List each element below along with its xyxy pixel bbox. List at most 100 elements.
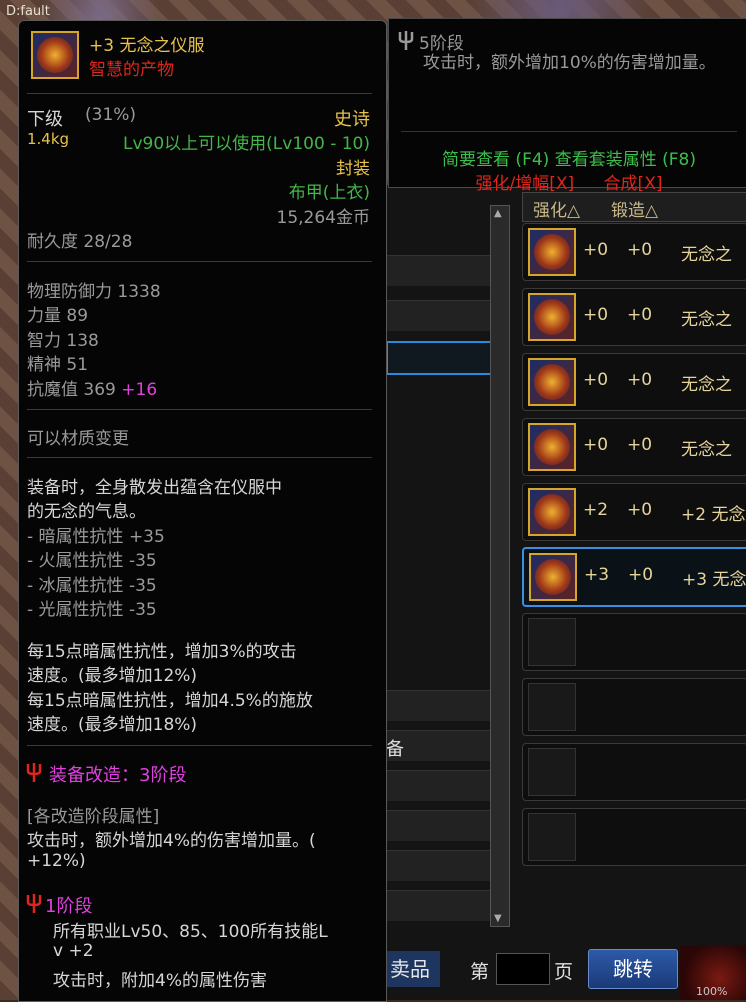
- item-subtitle: 智慧的产物: [89, 60, 174, 80]
- list-header: 强化△ 锻造△: [522, 192, 746, 222]
- item-slot-icon: [528, 293, 576, 341]
- item-row[interactable]: +0 +0 无念之: [522, 418, 746, 476]
- set-attributes-link[interactable]: 查看套装属性 (F8): [555, 150, 696, 170]
- item-slot-icon: [528, 228, 576, 276]
- row-forge: +0: [627, 435, 653, 455]
- divider: [27, 93, 372, 94]
- equip-desc-line: - 火属性抗性 -35: [27, 551, 157, 571]
- item-name: +3 无念之仪服: [89, 36, 205, 56]
- bonus-desc-line: 速度。(最多增加18%): [27, 715, 198, 735]
- equip-desc-line: - 光属性抗性 -35: [27, 600, 157, 620]
- stat-bonus: +16: [121, 380, 158, 400]
- stage-attr-line: +12%): [27, 851, 86, 871]
- row-name: 无念之: [681, 375, 732, 395]
- item-row[interactable]: +0 +0 无念之: [522, 223, 746, 281]
- sort-forge-header[interactable]: 锻造△: [611, 196, 658, 221]
- stat-line: 力量 89: [27, 306, 89, 326]
- scroll-up-icon[interactable]: ▲: [494, 208, 502, 219]
- item-grade: 下级: [27, 109, 63, 130]
- item-tooltip: +3 无念之仪服 智慧的产物 下级 (31%) 史诗 1.4kg Lv90以上可…: [18, 20, 387, 1002]
- row-name: +2 无念: [681, 505, 746, 525]
- row-enhance: +3: [584, 565, 610, 585]
- row-enhance: +0: [583, 435, 609, 455]
- item-grade-percent: (31%): [85, 105, 137, 125]
- bonus-desc-line: 每15点暗属性抗性，增加3%的攻击: [27, 642, 297, 662]
- row-name: 无念之: [681, 440, 732, 460]
- stat-line: 精神 51: [27, 355, 89, 375]
- empty-slot: [528, 683, 576, 731]
- stage-attr-header: [各改造阶段属性]: [27, 807, 160, 827]
- action-links: 强化/增幅[X] 合成[X]: [389, 169, 746, 194]
- divider: [27, 745, 372, 746]
- window-corner-text: D:fault: [6, 4, 50, 19]
- level-requirement: Lv90以上可以使用(Lv100 - 10): [123, 134, 370, 154]
- row-name: 无念之: [681, 310, 732, 330]
- item-slot-icon: [529, 553, 577, 601]
- hp-gauge: 100%: [680, 945, 746, 1000]
- row-name: 无念之: [681, 245, 732, 265]
- sort-enhance-header[interactable]: 强化△: [533, 196, 580, 221]
- shop-items-tab[interactable]: 卖品: [380, 951, 440, 987]
- list-scrollbar[interactable]: ▲ ▼: [490, 205, 510, 927]
- middle-list-row[interactable]: [386, 255, 490, 286]
- page-number-input[interactable]: [496, 953, 550, 985]
- empty-slot: [528, 748, 576, 796]
- secondary-tooltip: 5阶段 攻击时，额外增加10%的伤害增加量。 简要查看 (F4) 查看套装属性 …: [388, 18, 746, 194]
- row-enhance: +0: [583, 240, 609, 260]
- item-rarity: 史诗: [334, 109, 370, 130]
- equip-desc-line: 的无念的气息。: [27, 502, 146, 522]
- sealed-status: 封装: [336, 159, 370, 179]
- empty-item-row[interactable]: [522, 678, 746, 736]
- middle-list-row[interactable]: 备: [386, 730, 490, 761]
- pagination-bar: 卖品 第 页 跳转 100%: [380, 945, 746, 1000]
- brief-view-link[interactable]: 简要查看 (F4): [442, 150, 549, 170]
- divider: [27, 409, 372, 410]
- middle-list-row[interactable]: [386, 770, 490, 801]
- trident-icon: [398, 31, 414, 50]
- empty-item-row[interactable]: [522, 743, 746, 801]
- middle-list-row[interactable]: [386, 810, 490, 841]
- item-icon: [31, 31, 79, 79]
- durability: 耐久度 28/28: [27, 232, 133, 252]
- middle-list-row[interactable]: [386, 300, 490, 331]
- material-change-text: 可以材质变更: [27, 429, 129, 449]
- enhance-link[interactable]: 强化/增幅[X]: [476, 174, 575, 194]
- item-row-selected[interactable]: +3 +0 +3 无念: [522, 547, 746, 607]
- scroll-down-icon[interactable]: ▼: [494, 913, 502, 924]
- empty-item-row[interactable]: [522, 613, 746, 671]
- row-forge: +0: [627, 370, 653, 390]
- row-enhance: +0: [583, 305, 609, 325]
- page-prefix: 第: [470, 961, 490, 983]
- bonus-desc-line: 速度。(最多增加12%): [27, 666, 198, 686]
- trident-icon: [26, 894, 42, 913]
- equip-desc-line: 装备时，全身散发出蕴含在仪服中: [27, 478, 282, 498]
- empty-item-row[interactable]: [522, 808, 746, 866]
- jump-button[interactable]: 跳转: [588, 949, 678, 989]
- upgrade-title: 装备改造：3阶段: [49, 765, 187, 786]
- item-row[interactable]: +2 +0 +2 无念: [522, 483, 746, 541]
- item-row[interactable]: +0 +0 无念之: [522, 353, 746, 411]
- middle-list-row[interactable]: [386, 890, 490, 921]
- item-type: 布甲(上衣): [288, 183, 370, 203]
- row-forge: +0: [627, 240, 653, 260]
- middle-list-row-selected[interactable]: [386, 341, 494, 375]
- middle-list-row[interactable]: [386, 850, 490, 881]
- divider: [401, 131, 737, 132]
- stat-line: 物理防御力 1338: [27, 282, 161, 302]
- empty-slot: [528, 618, 576, 666]
- gauge-text: 100%: [696, 985, 728, 998]
- stage-attr-line: 攻击时，额外增加4%的伤害增加量。(: [27, 831, 316, 851]
- equip-desc-line: - 暗属性抗性 +35: [27, 527, 165, 547]
- page-suffix: 页: [554, 961, 574, 983]
- craft-link[interactable]: 合成[X]: [604, 174, 663, 194]
- stage1-line: v +2: [53, 941, 94, 961]
- stage1-line: 所有职业Lv50、85、100所有技能L: [53, 922, 328, 942]
- item-slot-icon: [528, 358, 576, 406]
- item-slot-icon: [528, 488, 576, 536]
- trident-icon: [26, 763, 42, 782]
- middle-list-row[interactable]: [386, 690, 490, 721]
- item-row[interactable]: +0 +0 无念之: [522, 288, 746, 346]
- divider: [27, 261, 372, 262]
- item-weight: 1.4kg: [27, 130, 70, 148]
- row-forge: +0: [627, 500, 653, 520]
